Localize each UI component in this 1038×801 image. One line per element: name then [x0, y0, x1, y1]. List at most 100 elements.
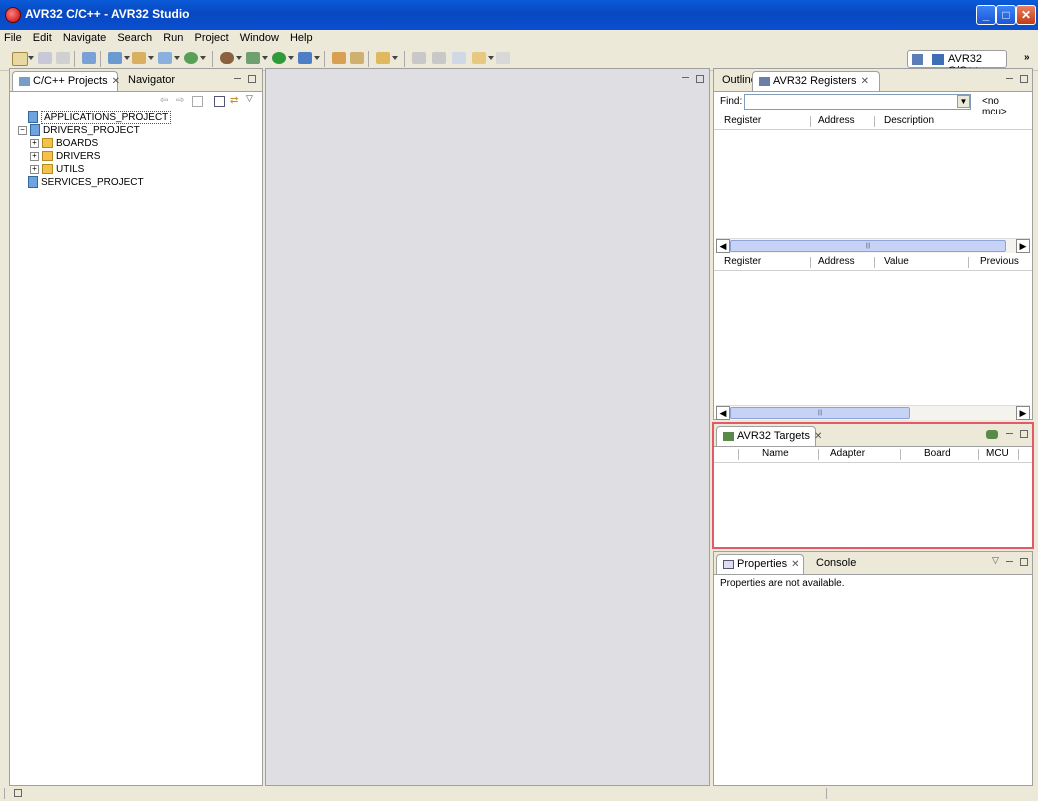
back-arrow-icon[interactable]: ⇦ — [160, 95, 168, 106]
add-target-icon[interactable] — [986, 430, 998, 439]
minimize-view-icon[interactable] — [234, 78, 241, 80]
new-project-icon[interactable] — [108, 52, 122, 64]
run-dropdown-icon[interactable] — [288, 56, 294, 60]
tab-avr32-targets[interactable]: AVR32 Targets ✕ — [716, 426, 822, 446]
close-icon[interactable]: ✕ — [112, 76, 120, 87]
build-icon[interactable] — [82, 52, 96, 64]
tree-item[interactable]: + BOARDS — [30, 137, 98, 150]
column-board[interactable]: Board — [924, 448, 951, 459]
expand-icon[interactable]: + — [30, 164, 39, 174]
open-type-icon[interactable] — [332, 52, 346, 64]
minimize-button[interactable]: _ — [976, 5, 996, 25]
scroll-thumb[interactable]: ||| — [730, 240, 1006, 252]
menu-navigate[interactable]: Navigate — [59, 30, 110, 46]
minimize-editor-icon[interactable] — [682, 77, 689, 79]
forward-arrow-icon[interactable]: ⇨ — [176, 95, 184, 106]
tab-avr32-registers[interactable]: AVR32 Registers ✕ — [752, 71, 880, 91]
maximize-view-icon[interactable] — [1020, 558, 1028, 566]
tree-item[interactable]: APPLICATIONS_PROJECT — [18, 111, 172, 124]
column-previous[interactable]: Previous — [980, 256, 1019, 267]
close-icon[interactable]: ✕ — [791, 559, 799, 570]
values-hscrollbar[interactable]: ◀ ||| ▶ — [716, 405, 1030, 420]
close-icon[interactable]: ✕ — [861, 76, 869, 87]
tree-item[interactable]: + UTILS — [30, 163, 84, 176]
external-tools-dropdown-icon[interactable] — [262, 56, 268, 60]
tree-item[interactable]: − DRIVERS_PROJECT — [18, 124, 140, 137]
new-folder-dropdown-icon[interactable] — [148, 56, 154, 60]
search-icon[interactable] — [376, 52, 390, 64]
open-resource-icon[interactable] — [350, 52, 364, 64]
run-icon[interactable] — [272, 52, 286, 64]
maximize-view-icon[interactable] — [1020, 75, 1028, 83]
column-address[interactable]: Address — [818, 256, 855, 267]
new-dropdown-icon[interactable] — [28, 56, 34, 60]
maximize-button[interactable]: □ — [996, 5, 1016, 25]
maximize-view-icon[interactable] — [248, 75, 256, 83]
find-input[interactable] — [744, 94, 971, 110]
back-icon[interactable] — [472, 52, 486, 64]
more-perspectives-icon[interactable]: » — [1024, 52, 1030, 63]
profile-icon[interactable] — [298, 52, 312, 64]
debug-bug-icon[interactable] — [220, 52, 234, 64]
menu-run[interactable]: Run — [159, 30, 187, 46]
menu-edit[interactable]: Edit — [29, 30, 56, 46]
tab-cpp-projects[interactable]: C/C++ Projects ✕ — [12, 71, 120, 91]
close-icon[interactable]: ✕ — [814, 431, 822, 442]
column-mcu[interactable]: MCU — [986, 448, 1009, 459]
new-file-dropdown-icon[interactable] — [174, 56, 180, 60]
registers-hscrollbar[interactable]: ◀ ||| ▶ — [716, 238, 1030, 253]
column-value[interactable]: Value — [884, 256, 909, 267]
external-tools-icon[interactable] — [246, 52, 260, 64]
new-project-dropdown-icon[interactable] — [124, 56, 130, 60]
column-description[interactable]: Description — [884, 115, 934, 126]
new-icon[interactable] — [12, 52, 28, 66]
find-dropdown-icon[interactable]: ▼ — [957, 95, 970, 108]
expand-icon[interactable]: + — [30, 151, 39, 161]
last-edit-icon[interactable] — [452, 52, 466, 64]
minimize-view-icon[interactable] — [1006, 78, 1013, 80]
new-folder-icon[interactable] — [132, 52, 146, 64]
minimize-view-icon[interactable] — [1006, 561, 1013, 563]
scroll-left-icon[interactable]: ◀ — [716, 406, 730, 420]
scroll-right-icon[interactable]: ▶ — [1016, 406, 1030, 420]
maximize-editor-icon[interactable] — [696, 75, 704, 83]
column-adapter[interactable]: Adapter — [830, 448, 865, 459]
fast-view-icon[interactable] — [14, 789, 22, 797]
link-editor-icon[interactable]: ⇄ — [230, 95, 238, 106]
menu-help[interactable]: Help — [286, 30, 317, 46]
menu-window[interactable]: Window — [236, 30, 283, 46]
next-annotation-icon[interactable] — [412, 52, 426, 64]
open-perspective-icon[interactable] — [912, 54, 923, 65]
column-register[interactable]: Register — [724, 256, 761, 267]
menu-project[interactable]: Project — [190, 30, 232, 46]
search-dropdown-icon[interactable] — [392, 56, 398, 60]
column-name[interactable]: Name — [762, 448, 789, 459]
maximize-view-icon[interactable] — [1020, 430, 1028, 438]
column-address[interactable]: Address — [818, 115, 855, 126]
view-menu-icon[interactable]: ▽ — [246, 93, 253, 104]
scroll-left-icon[interactable]: ◀ — [716, 239, 730, 253]
new-file-icon[interactable] — [158, 52, 172, 64]
view-menu-icon[interactable]: ▽ — [992, 555, 999, 566]
column-register[interactable]: Register — [724, 115, 761, 126]
scroll-thumb[interactable]: ||| — [730, 407, 910, 419]
tab-properties[interactable]: Properties ✕ — [716, 554, 804, 574]
minimize-view-icon[interactable] — [1006, 433, 1013, 435]
print-icon[interactable] — [56, 52, 70, 64]
save-icon[interactable] — [38, 52, 52, 64]
collapse-all-icon[interactable] — [214, 96, 225, 107]
expand-icon[interactable]: + — [30, 138, 39, 148]
perspective-switcher[interactable]: AVR32 C/C++ — [907, 50, 1007, 77]
forward-icon[interactable] — [496, 52, 510, 64]
profile-dropdown-icon[interactable] — [314, 56, 320, 60]
back-dropdown-icon[interactable] — [488, 56, 494, 60]
previous-annotation-icon[interactable] — [432, 52, 446, 64]
debug-dropdown-icon[interactable] — [236, 56, 242, 60]
close-button[interactable]: ✕ — [1016, 5, 1036, 25]
up-icon[interactable] — [192, 96, 203, 107]
tree-item[interactable]: SERVICES_PROJECT — [18, 176, 144, 189]
menu-search[interactable]: Search — [113, 30, 156, 46]
menu-file[interactable]: File — [0, 30, 26, 46]
tab-console[interactable]: Console — [810, 554, 862, 574]
collapse-icon[interactable]: − — [18, 125, 27, 135]
